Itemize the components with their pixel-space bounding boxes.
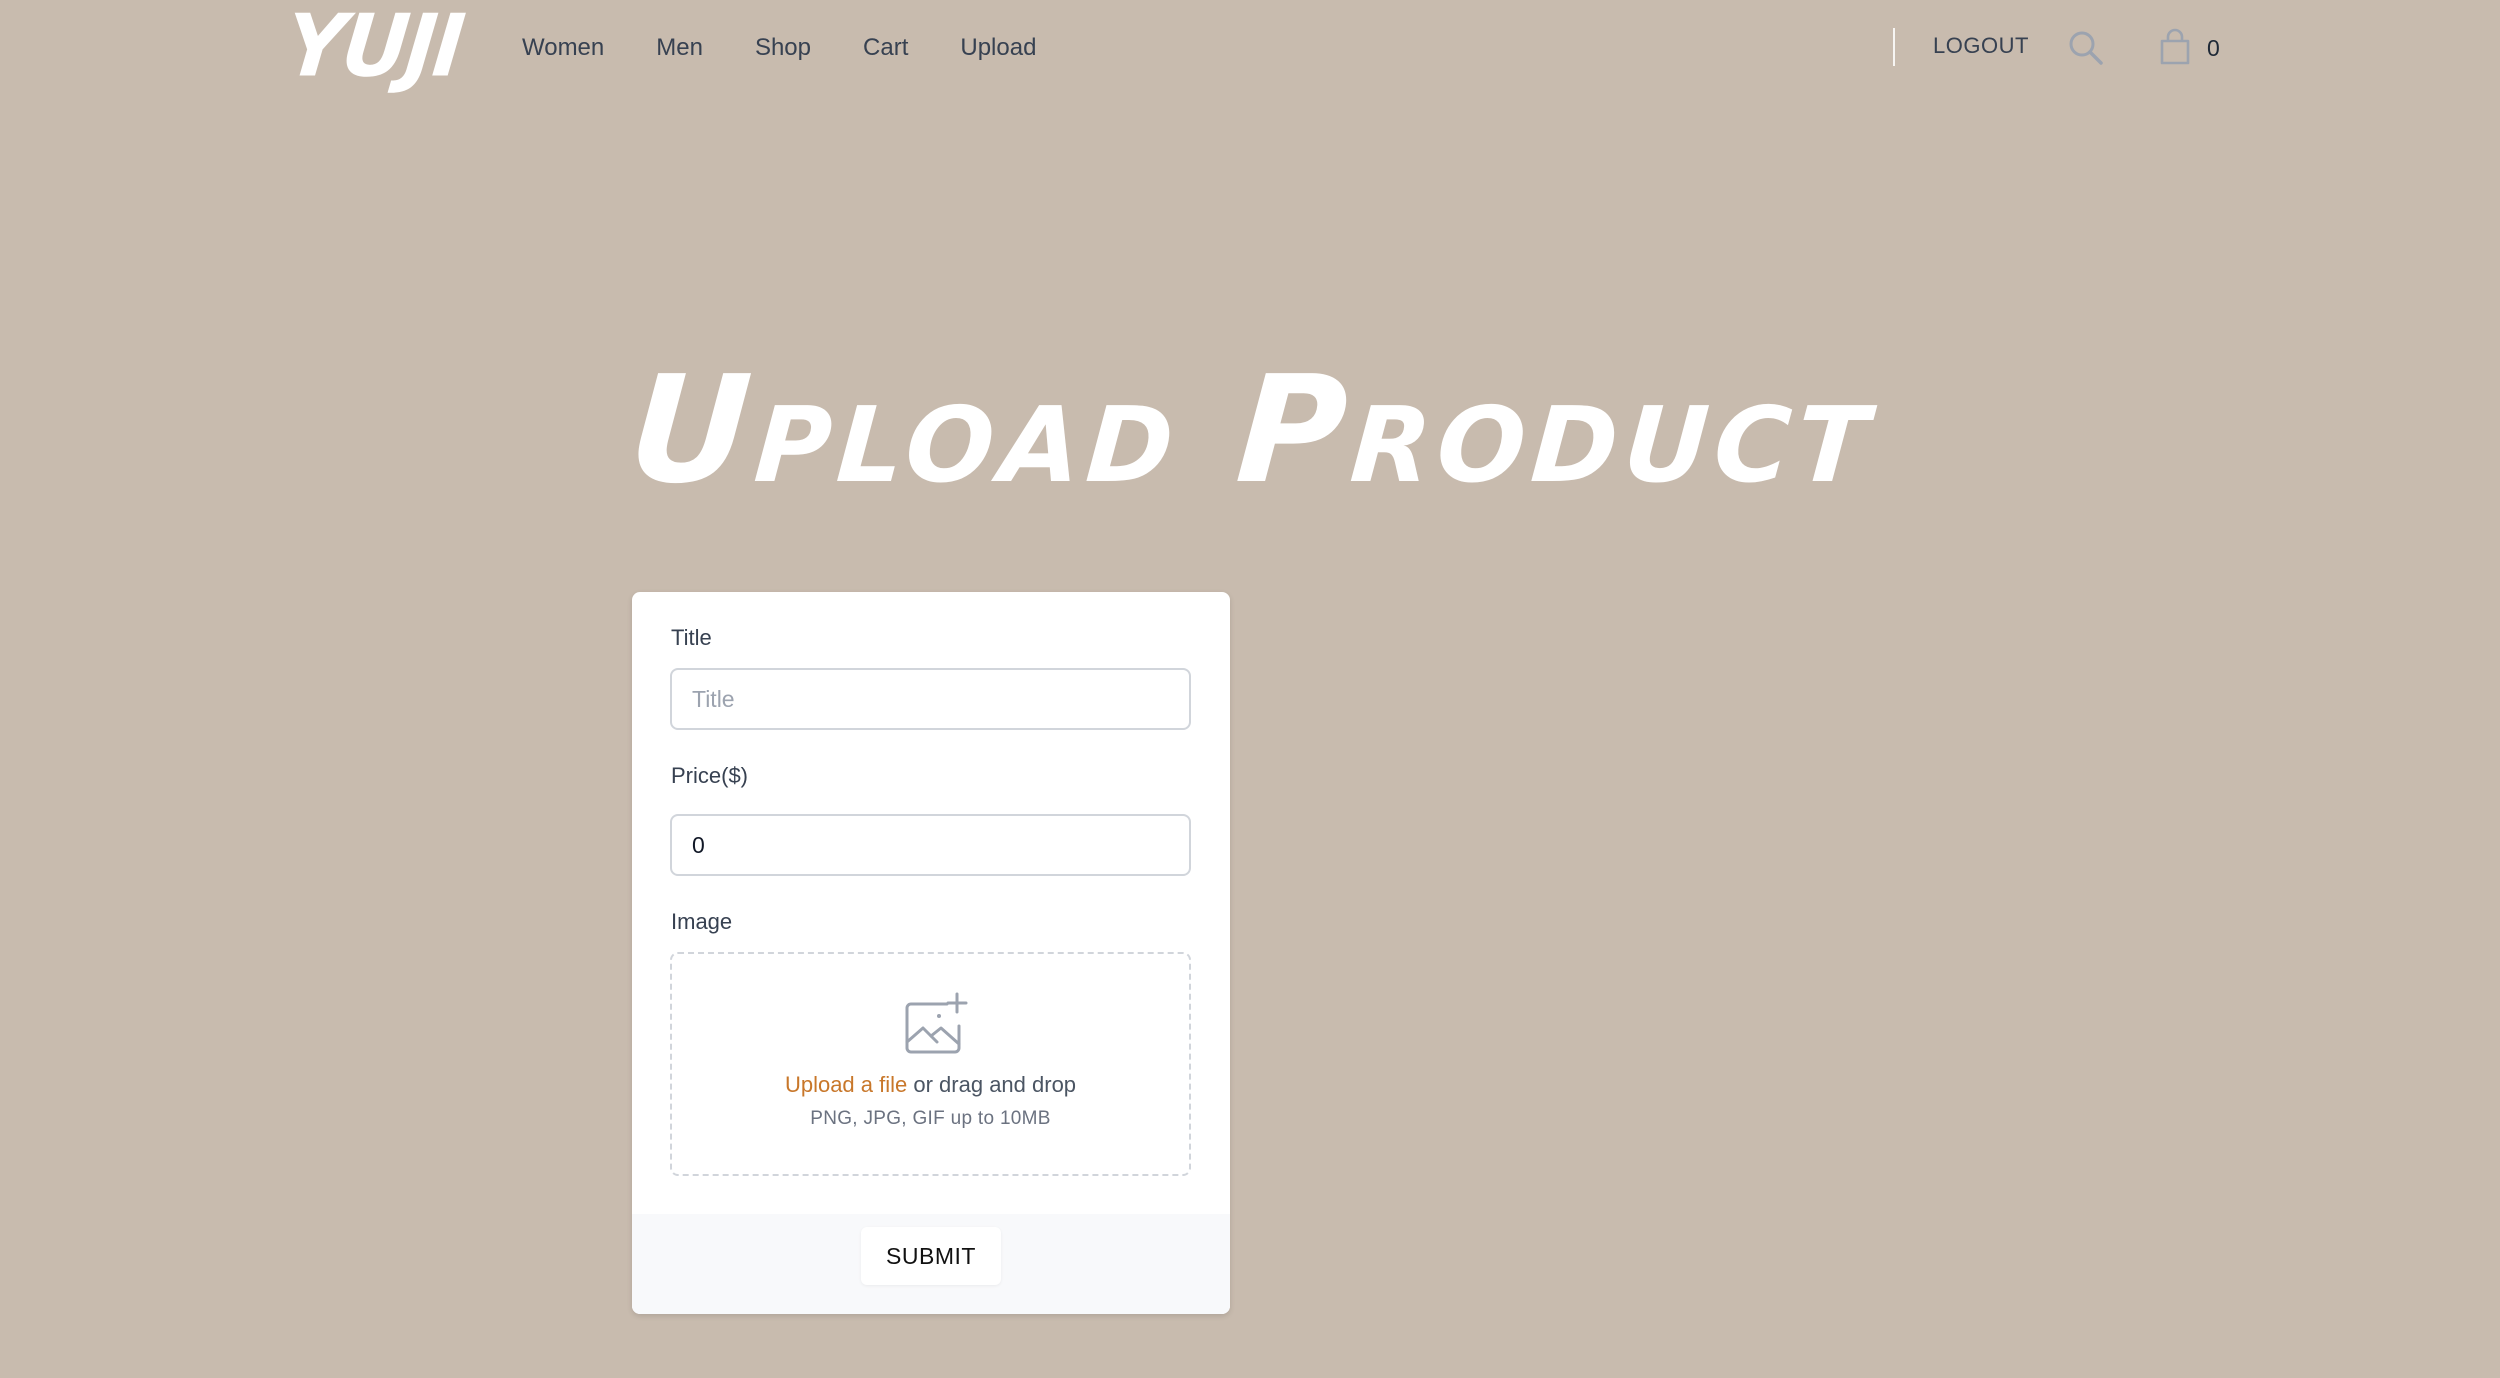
upload-product-form: Title Price($) Image Upload a file or dr… xyxy=(632,592,1230,1314)
upload-file-link[interactable]: Upload a file xyxy=(785,1072,907,1097)
header-divider xyxy=(1893,28,1895,66)
image-dropzone[interactable]: Upload a file or drag and drop PNG, JPG,… xyxy=(670,952,1191,1176)
nav-item-shop[interactable]: Shop xyxy=(755,30,811,66)
page-title: Upload Product xyxy=(623,344,1881,516)
nav-item-upload[interactable]: Upload xyxy=(960,30,1036,66)
image-add-icon xyxy=(903,992,969,1056)
nav-item-cart[interactable]: Cart xyxy=(863,30,908,66)
main-nav: Women Men Shop Cart Upload xyxy=(522,30,1088,66)
drag-drop-text: or drag and drop xyxy=(907,1072,1077,1097)
nav-item-women[interactable]: Women xyxy=(522,30,604,66)
nav-item-men[interactable]: Men xyxy=(656,30,703,66)
submit-button[interactable]: SUBMIT xyxy=(861,1227,1001,1285)
price-input[interactable] xyxy=(670,814,1191,876)
file-type-hint: PNG, JPG, GIF up to 10MB xyxy=(810,1108,1051,1129)
logout-link[interactable]: LOGOUT xyxy=(1933,28,2029,64)
image-label: Image xyxy=(671,909,733,934)
price-label: Price($) xyxy=(671,763,749,788)
form-body: Title Price($) Image Upload a file or dr… xyxy=(632,592,1230,1214)
search-icon[interactable] xyxy=(2066,28,2106,68)
yuji-logo[interactable]: YUJI xyxy=(281,0,466,96)
title-label: Title xyxy=(671,625,712,650)
cart-count-badge: 0 xyxy=(2207,35,2220,61)
title-input[interactable] xyxy=(670,668,1191,730)
form-footer: SUBMIT xyxy=(632,1214,1230,1314)
shopping-bag-icon[interactable] xyxy=(2158,28,2192,66)
upload-instructions: Upload a file or drag and drop xyxy=(672,1070,1189,1100)
top-navigation: YUJI Women Men Shop Cart Upload LOGOUT 0 xyxy=(0,0,2500,96)
